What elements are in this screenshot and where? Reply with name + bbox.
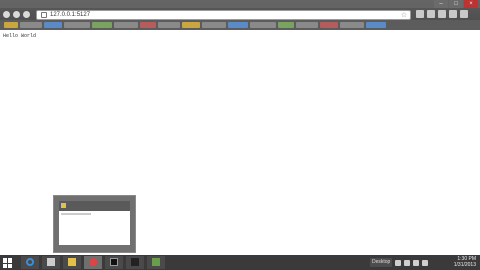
bookmark-item[interactable]: [140, 22, 156, 28]
close-button[interactable]: ×: [464, 0, 478, 8]
minimize-button[interactable]: –: [434, 0, 448, 8]
bookmark-item[interactable]: [296, 22, 318, 28]
windows-taskbar: Desktop 1:30 PM 1/31/2013: [0, 255, 480, 270]
bookmark-item[interactable]: [64, 22, 90, 28]
console-icon: [110, 258, 118, 266]
address-bar[interactable]: 127.0.0.1:5127 ☆: [36, 10, 411, 20]
bookmark-item[interactable]: [4, 22, 18, 28]
network-icon[interactable]: [413, 259, 420, 266]
bookmark-item[interactable]: [250, 22, 276, 28]
bookmark-star-icon[interactable]: ☆: [401, 11, 407, 20]
extension-icon[interactable]: [438, 10, 446, 18]
maximize-button[interactable]: □: [449, 0, 463, 8]
page-body-text: Hello World: [3, 33, 37, 39]
bookmark-item[interactable]: [44, 22, 62, 28]
bookmarks-bar: [0, 20, 480, 30]
navigation-buttons: [3, 11, 30, 18]
taskbar-clock[interactable]: 1:30 PM 1/31/2013: [454, 256, 476, 268]
flag-icon[interactable]: [404, 259, 411, 266]
bookmark-item[interactable]: [202, 22, 226, 28]
taskbar-window-preview[interactable]: [53, 195, 136, 253]
bookmark-item[interactable]: [340, 22, 364, 28]
start-button[interactable]: [3, 258, 13, 268]
page-info-icon[interactable]: [41, 12, 47, 18]
menu-icon[interactable]: [460, 10, 468, 18]
bookmark-item[interactable]: [366, 22, 386, 28]
bookmark-item[interactable]: [20, 22, 42, 28]
url-text[interactable]: 127.0.0.1:5127: [50, 11, 90, 20]
calculator-icon: [47, 258, 55, 266]
folder-icon: [68, 258, 76, 266]
taskbar-app-calculator[interactable]: [42, 256, 60, 269]
desktop-toolbar[interactable]: Desktop: [370, 258, 393, 267]
bookmark-item[interactable]: [228, 22, 248, 28]
tab-strip: [0, 0, 480, 8]
extension-buttons: [416, 10, 468, 18]
chrome-icon: [89, 258, 97, 266]
clock-date: 1/31/2013: [453, 262, 476, 268]
editor-icon: [131, 258, 139, 266]
extension-icon[interactable]: [449, 10, 457, 18]
extension-icon[interactable]: [416, 10, 424, 18]
reload-icon[interactable]: [23, 11, 30, 18]
browser-chrome: – □ × 127.0.0.1:5127 ☆: [0, 0, 480, 30]
bookmark-item[interactable]: [92, 22, 112, 28]
internet-explorer-icon: [26, 258, 34, 266]
bookmark-item[interactable]: [278, 22, 294, 28]
windows-logo-icon: [3, 258, 7, 263]
volume-icon[interactable]: [422, 259, 429, 266]
system-tray: Desktop: [370, 256, 429, 269]
taskbar-app-explorer[interactable]: [63, 256, 81, 269]
taskbar-app-other[interactable]: [147, 256, 165, 269]
preview-titlebar: [59, 201, 130, 211]
bookmark-item[interactable]: [114, 22, 138, 28]
app-icon: [61, 203, 66, 208]
show-hidden-icons-icon[interactable]: [395, 259, 402, 266]
bookmark-item[interactable]: [158, 22, 180, 28]
preview-content: [59, 211, 130, 245]
back-icon[interactable]: [3, 11, 10, 18]
window-controls: – □ ×: [434, 0, 478, 9]
forward-icon[interactable]: [13, 11, 20, 18]
taskbar-app-ie[interactable]: [21, 256, 39, 269]
preview-text-line: [61, 213, 91, 215]
extension-icon[interactable]: [427, 10, 435, 18]
taskbar-app-terminal[interactable]: [105, 256, 123, 269]
bookmark-item[interactable]: [320, 22, 338, 28]
app-icon: [152, 258, 160, 266]
bookmark-item[interactable]: [182, 22, 200, 28]
taskbar-app-chrome[interactable]: [84, 256, 102, 269]
taskbar-app-editor[interactable]: [126, 256, 144, 269]
